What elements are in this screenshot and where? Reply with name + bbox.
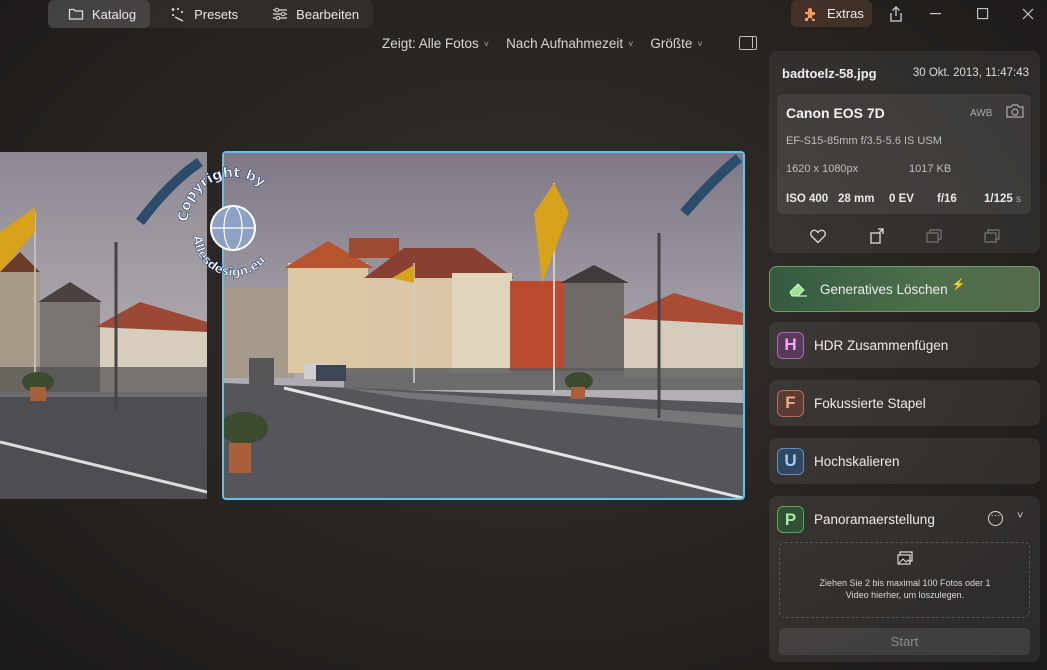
camera-model: Canon EOS 7D: [786, 105, 885, 121]
photo-thumbnail-previous[interactable]: [0, 152, 207, 499]
iso-value: ISO 400: [786, 193, 829, 205]
generative-erase-label: Generatives Löschen: [820, 281, 948, 297]
panorama-label: Panoramaerstellung: [814, 512, 935, 527]
maximize-button[interactable]: [960, 0, 1006, 28]
extras-button[interactable]: Extras: [791, 0, 872, 27]
tab-katalog-label: Katalog: [92, 6, 137, 22]
shutter-speed: 1/125: [984, 193, 1013, 205]
focus-stacking-button[interactable]: F Fokussierte Stapel: [769, 380, 1040, 426]
hdr-merge-button[interactable]: H HDR Zusammenfügen: [769, 322, 1040, 368]
tab-katalog[interactable]: Katalog: [48, 0, 151, 28]
lens-model: EF-S15-85mm f/3.5-5.6 IS USM: [786, 135, 942, 147]
minimize-icon: [930, 13, 941, 15]
panel-toggle-icon[interactable]: [739, 36, 757, 50]
sort-label: Nach Aufnahmezeit: [506, 36, 624, 51]
panorama-header[interactable]: P Panoramaerstellung: [777, 506, 935, 533]
more-options-icon[interactable]: ···: [988, 511, 1003, 526]
chevron-down-icon: ˅: [628, 38, 634, 49]
size-label: Größte: [650, 36, 693, 51]
camera-icon: [1006, 104, 1024, 118]
panorama-panel: P Panoramaerstellung ··· ˅ Ziehen Sie 2 …: [769, 496, 1040, 662]
tab-bearbeiten-label: Bearbeiten: [296, 6, 360, 22]
top-bar: Katalog Presets Bearbeiten Extras: [0, 0, 1047, 30]
focus-stacking-label: Fokussierte Stapel: [814, 395, 926, 411]
chevron-down-icon: ˅: [483, 38, 490, 49]
lightning-icon: ⚡: [951, 278, 966, 291]
puzzle-icon: [805, 7, 815, 21]
copyright-watermark: Copyright by Allesdesign.eu: [175, 150, 288, 300]
size-dropdown[interactable]: Größte ˅: [650, 36, 702, 51]
resolution: 1620 x 1080px: [786, 163, 859, 175]
drop-zone[interactable]: Ziehen Sie 2 bis maximal 100 Fotos oder …: [779, 542, 1030, 618]
hdr-badge-icon: H: [777, 331, 804, 359]
photo-actions: [769, 227, 1040, 247]
camera-info-card: Canon EOS 7D AWB EF-S15-85mm f/3.5-5.6 I…: [777, 94, 1031, 214]
shutter-speed-row: 1/125 s: [984, 193, 1021, 205]
tab-bearbeiten[interactable]: Bearbeiten: [252, 0, 373, 28]
close-button[interactable]: [1005, 0, 1047, 28]
extras-label: Extras: [827, 6, 864, 21]
upscale-button[interactable]: U Hochskalieren: [769, 438, 1040, 484]
tab-presets[interactable]: Presets: [150, 0, 252, 28]
exposure-compensation: 0 EV: [889, 193, 914, 205]
sliders-icon: [273, 7, 288, 21]
sort-dropdown[interactable]: Nach Aufnahmezeit ˅: [506, 36, 633, 51]
panorama-badge-icon: P: [777, 506, 804, 533]
street-photo-image: [0, 152, 207, 499]
chevron-down-icon: ˅: [697, 38, 703, 49]
upscale-badge-icon: U: [777, 447, 804, 475]
focal-length: 28 mm: [838, 193, 875, 205]
hdr-merge-label: HDR Zusammenfügen: [814, 337, 949, 353]
chevron-down-icon[interactable]: ˅: [1017, 510, 1023, 522]
photo-thumbnail-selected[interactable]: [222, 151, 745, 500]
heart-icon[interactable]: [809, 227, 827, 245]
maximize-icon: [977, 8, 989, 20]
white-balance: AWB: [970, 108, 993, 119]
start-button[interactable]: Start: [779, 628, 1030, 655]
duplicate-icon[interactable]: [983, 227, 1001, 245]
file-name: badtoelz-58.jpg: [782, 66, 877, 81]
drop-zone-text: Ziehen Sie 2 bis maximal 100 Fotos oder …: [819, 578, 991, 600]
eraser-icon: [789, 283, 807, 297]
tab-presets-label: Presets: [194, 6, 239, 22]
show-filter-label: Zeigt: Alle Fotos: [382, 36, 479, 51]
sparkle-wand-icon: [171, 8, 184, 22]
photo-info-panel: badtoelz-58.jpg 30 Okt. 2013, 11:47:43 C…: [769, 51, 1040, 253]
file-size: 1017 KB: [909, 163, 952, 175]
minimize-button[interactable]: [913, 0, 959, 28]
filter-bar: Zeigt: Alle Fotos ˅ Nach Aufnahmezeit ˅ …: [382, 36, 720, 51]
main-tabs: Katalog Presets Bearbeiten: [48, 0, 374, 28]
shutter-unit: s: [1015, 194, 1021, 205]
generative-erase-button[interactable]: Generatives Löschen ⚡: [769, 266, 1040, 312]
show-filter-dropdown[interactable]: Zeigt: Alle Fotos ˅: [382, 36, 489, 51]
capture-datetime: 30 Okt. 2013, 11:47:43: [912, 67, 1029, 79]
share-icon: [890, 6, 902, 22]
street-photo-image: [224, 153, 743, 498]
rotate-icon[interactable]: [868, 227, 886, 245]
images-icon: [897, 551, 913, 565]
folder-icon: [68, 8, 84, 20]
close-icon: [1022, 8, 1034, 20]
stack-icon[interactable]: [925, 227, 943, 245]
aperture: f/16: [937, 193, 957, 205]
upscale-label: Hochskalieren: [814, 453, 900, 469]
focus-badge-icon: F: [777, 389, 804, 417]
